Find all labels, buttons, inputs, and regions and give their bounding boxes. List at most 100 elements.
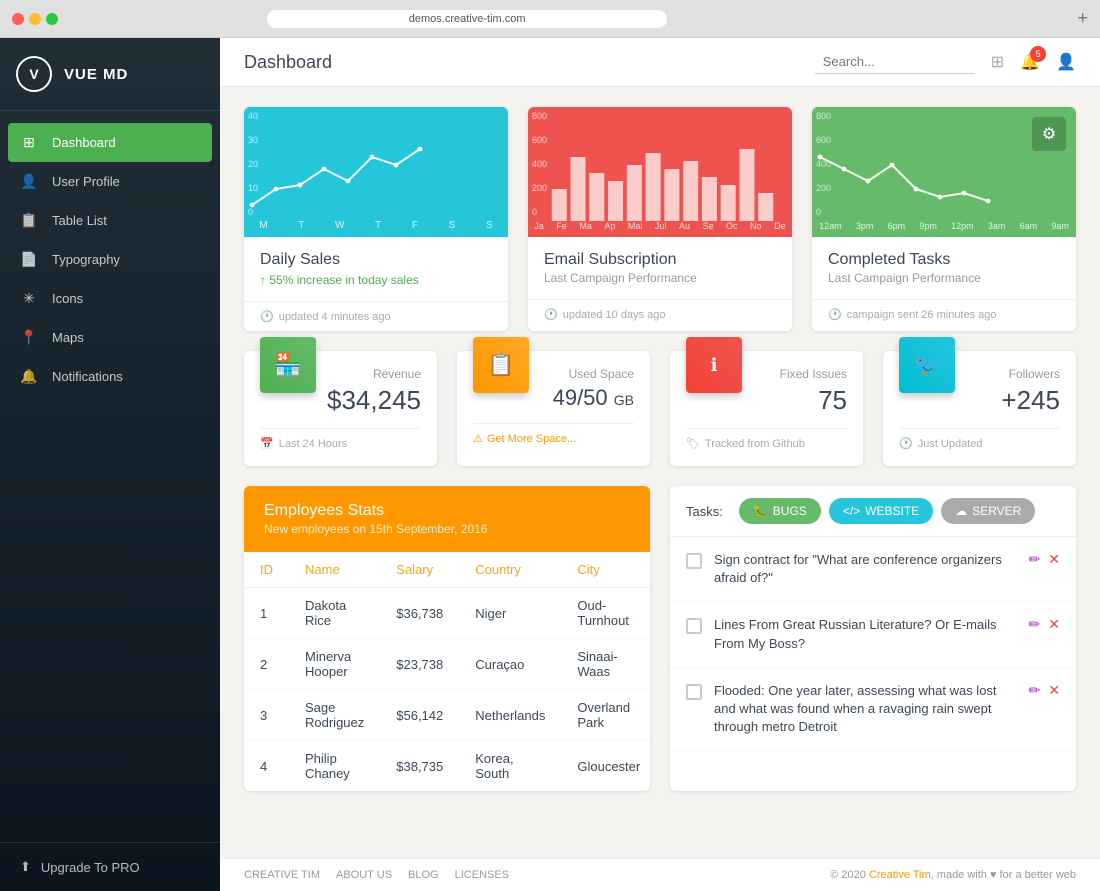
user-icon: 👤 <box>20 173 38 190</box>
tasks-footer: 🕐 campaign sent 26 minutes ago <box>812 299 1076 329</box>
task-actions-1: ✏ ✕ <box>1029 551 1060 568</box>
sidebar-item-user-profile[interactable]: 👤 User Profile <box>0 162 220 201</box>
used-space-footer: ⚠ Get More Space... <box>473 423 634 445</box>
cell-salary: $23,738 <box>380 639 459 690</box>
task-edit-button[interactable]: ✏ <box>1029 682 1041 699</box>
sidebar-item-maps[interactable]: 📍 Maps <box>0 318 220 357</box>
task-text-1: Sign contract for "What are conference o… <box>714 551 1017 587</box>
cell-name: Sage Rodriguez <box>289 690 380 741</box>
logo-text: VUE MD <box>64 66 128 83</box>
user-account-icon[interactable]: 👤 <box>1056 52 1076 72</box>
browser-url: demos.creative-tim.com <box>267 10 667 28</box>
email-subscription-card: 8006004002000 <box>528 107 792 331</box>
employees-table-title: Employees Stats <box>264 502 630 520</box>
new-tab-button[interactable]: + <box>1077 8 1088 29</box>
tasks-label: Tasks: <box>686 504 723 519</box>
task-delete-button[interactable]: ✕ <box>1048 551 1060 568</box>
table-row: 2 Minerva Hooper $23,738 Curaçao Sinaai-… <box>244 639 650 690</box>
cell-city: Gloucester <box>561 741 650 792</box>
bug-icon: 🐛 <box>753 504 768 518</box>
dashboard-icon: ⊞ <box>20 134 38 151</box>
sidebar-item-notifications[interactable]: 🔔 Notifications <box>0 357 220 396</box>
mini-cards-row: 🏪 Revenue $34,245 📅 Last 24 Hours 📋 <box>244 351 1076 466</box>
cell-city: Oud-Turnhout <box>561 588 650 639</box>
cell-city: Sinaai-Waas <box>561 639 650 690</box>
topbar: Dashboard ⊞ 🔔 5 👤 <box>220 38 1100 87</box>
cell-name: Dakota Rice <box>289 588 380 639</box>
sidebar-item-icons[interactable]: ✳ Icons <box>0 279 220 318</box>
code-icon: </> <box>843 504 860 518</box>
footer-link-about-us[interactable]: ABOUT US <box>336 869 392 881</box>
sidebar-item-typography[interactable]: 📄 Typography <box>0 240 220 279</box>
cell-city: Overland Park <box>561 690 650 741</box>
upgrade-button[interactable]: ⬆ Upgrade To PRO <box>0 842 220 891</box>
completed-tasks-card: ⚙ 8006004002000 <box>812 107 1076 331</box>
topbar-icons: ⊞ 🔔 5 👤 <box>991 52 1076 72</box>
employees-table-subtitle: New employees on 15th September, 2016 <box>264 522 630 536</box>
tab-website[interactable]: </> WEBSITE <box>829 498 933 524</box>
close-dot[interactable] <box>12 13 24 25</box>
notifications-icon[interactable]: 🔔 5 <box>1020 52 1040 72</box>
footer-link-licenses[interactable]: LICENSES <box>455 869 509 881</box>
fixed-issues-label: Fixed Issues <box>780 367 847 381</box>
used-space-label: Used Space <box>553 367 634 381</box>
clock-icon: 🕐 <box>260 310 274 323</box>
cloud-icon: ☁ <box>955 504 967 518</box>
page-title: Dashboard <box>244 52 799 73</box>
sidebar-item-table-list[interactable]: 📋 Table List <box>0 201 220 240</box>
revenue-header: 🏪 Revenue $34,245 <box>260 367 421 416</box>
table-icon: 📋 <box>20 212 38 229</box>
table-row: 3 Sage Rodriguez $56,142 Netherlands Ove… <box>244 690 650 741</box>
daily-sales-body: Daily Sales ↑ 55% increase in today sale… <box>244 237 508 301</box>
typography-icon: 📄 <box>20 251 38 268</box>
cell-id: 1 <box>244 588 289 639</box>
upgrade-label: Upgrade To PRO <box>41 860 140 875</box>
tasks-subtitle: Last Campaign Performance <box>828 271 1060 285</box>
clock-icon: 🕐 <box>544 308 558 321</box>
tab-website-label: WEBSITE <box>865 504 919 518</box>
fixed-issues-header: ℹ Fixed Issues 75 <box>686 367 847 416</box>
task-item-1: Sign contract for "What are conference o… <box>670 537 1076 602</box>
footer-link-blog[interactable]: BLOG <box>408 869 439 881</box>
tasks-card: Tasks: 🐛 BUGS </> WEBSITE ☁ SERVER <box>670 486 1076 791</box>
task-checkbox-1[interactable] <box>686 553 702 569</box>
task-item-2: Lines From Great Russian Literature? Or … <box>670 602 1076 667</box>
sidebar-item-dashboard[interactable]: ⊞ Dashboard <box>8 123 212 162</box>
cell-country: Netherlands <box>459 690 561 741</box>
cell-salary: $36,738 <box>380 588 459 639</box>
revenue-icon: 🏪 <box>260 337 316 393</box>
daily-sales-increase: ↑ 55% increase in today sales <box>260 273 492 287</box>
minimize-dot[interactable] <box>29 13 41 25</box>
settings-button[interactable]: ⚙ <box>1032 117 1066 151</box>
sidebar-item-label: Dashboard <box>52 135 116 150</box>
sidebar: V VUE MD ⊞ Dashboard 👤 User Profile 📋 Ta… <box>0 38 220 891</box>
stat-cards-row: 403020100 <box>244 107 1076 331</box>
followers-icon: 🐦 <box>899 337 955 393</box>
task-edit-button[interactable]: ✏ <box>1029 616 1041 633</box>
warning-icon: ⚠ <box>473 432 483 445</box>
browser-chrome: demos.creative-tim.com + <box>0 0 1100 38</box>
maximize-dot[interactable] <box>46 13 58 25</box>
task-checkbox-3[interactable] <box>686 684 702 700</box>
bell-icon: 🔔 <box>20 368 38 385</box>
task-edit-button[interactable]: ✏ <box>1029 551 1041 568</box>
task-delete-button[interactable]: ✕ <box>1048 616 1060 633</box>
footer-brand-link[interactable]: Creative Tim <box>869 869 931 881</box>
task-checkbox-2[interactable] <box>686 618 702 634</box>
table-row: 1 Dakota Rice $36,738 Niger Oud-Turnhout <box>244 588 650 639</box>
task-delete-button[interactable]: ✕ <box>1048 682 1060 699</box>
tab-bugs[interactable]: 🐛 BUGS <box>739 498 821 524</box>
sidebar-item-label: Notifications <box>52 369 123 384</box>
sidebar-content: V VUE MD ⊞ Dashboard 👤 User Profile 📋 Ta… <box>0 38 220 891</box>
col-salary: Salary <box>380 552 459 588</box>
search-input[interactable] <box>815 50 975 74</box>
employees-data-table: ID Name Salary Country City 1 Dakota Ric… <box>244 552 650 791</box>
grid-view-icon[interactable]: ⊞ <box>991 52 1004 72</box>
sidebar-logo: V VUE MD <box>0 38 220 111</box>
revenue-card: 🏪 Revenue $34,245 📅 Last 24 Hours <box>244 351 437 466</box>
tab-server[interactable]: ☁ SERVER <box>941 498 1035 524</box>
get-more-space-link[interactable]: ⚠ Get More Space... <box>473 432 576 445</box>
footer-link-creative-tim[interactable]: CREATIVE TIM <box>244 869 320 881</box>
cell-id: 4 <box>244 741 289 792</box>
tasks-chart: ⚙ 8006004002000 <box>812 107 1076 237</box>
